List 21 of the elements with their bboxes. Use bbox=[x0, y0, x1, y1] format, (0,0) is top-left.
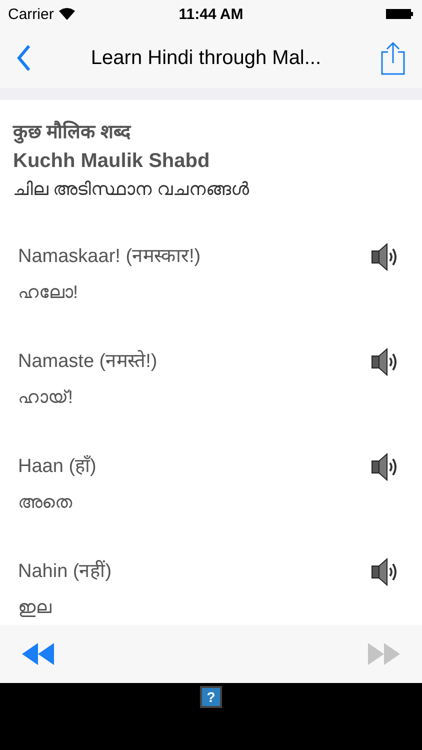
wifi-icon bbox=[58, 8, 75, 20]
translation-text: ഇല bbox=[18, 597, 52, 618]
fast-forward-icon bbox=[366, 642, 400, 666]
carrier-name: Carrier bbox=[8, 6, 54, 22]
translation-text: ഹലോ! bbox=[18, 282, 80, 303]
clock-time: 11:44 AM bbox=[178, 6, 244, 22]
chevron-left-icon bbox=[16, 44, 32, 72]
phrase-text: Namaste (नमस्ते!) bbox=[18, 349, 158, 373]
rewind-icon bbox=[22, 642, 56, 666]
section-translation: ചില അടിസ്ഥാന വചനങ്ങൾ bbox=[13, 179, 250, 200]
phrase-text: Nahin (नहीं) bbox=[18, 559, 113, 583]
translation-text: അതെ bbox=[18, 492, 74, 513]
broken-image-icon: ? bbox=[200, 686, 222, 708]
share-icon bbox=[380, 41, 406, 75]
phrase-text: Namaskaar! (नमस्कार!) bbox=[18, 245, 202, 268]
section-title: कुछ मौलिक शब्द bbox=[13, 120, 132, 144]
battery-icon bbox=[386, 8, 414, 20]
nav-title: Learn Hindi through Mal... bbox=[90, 46, 322, 70]
section-transliteration: Kuchh Maulik Shabd bbox=[13, 150, 211, 173]
phrase-text: Haan (हाँ) bbox=[18, 454, 98, 478]
translation-text: ഹായ്! bbox=[18, 387, 74, 408]
